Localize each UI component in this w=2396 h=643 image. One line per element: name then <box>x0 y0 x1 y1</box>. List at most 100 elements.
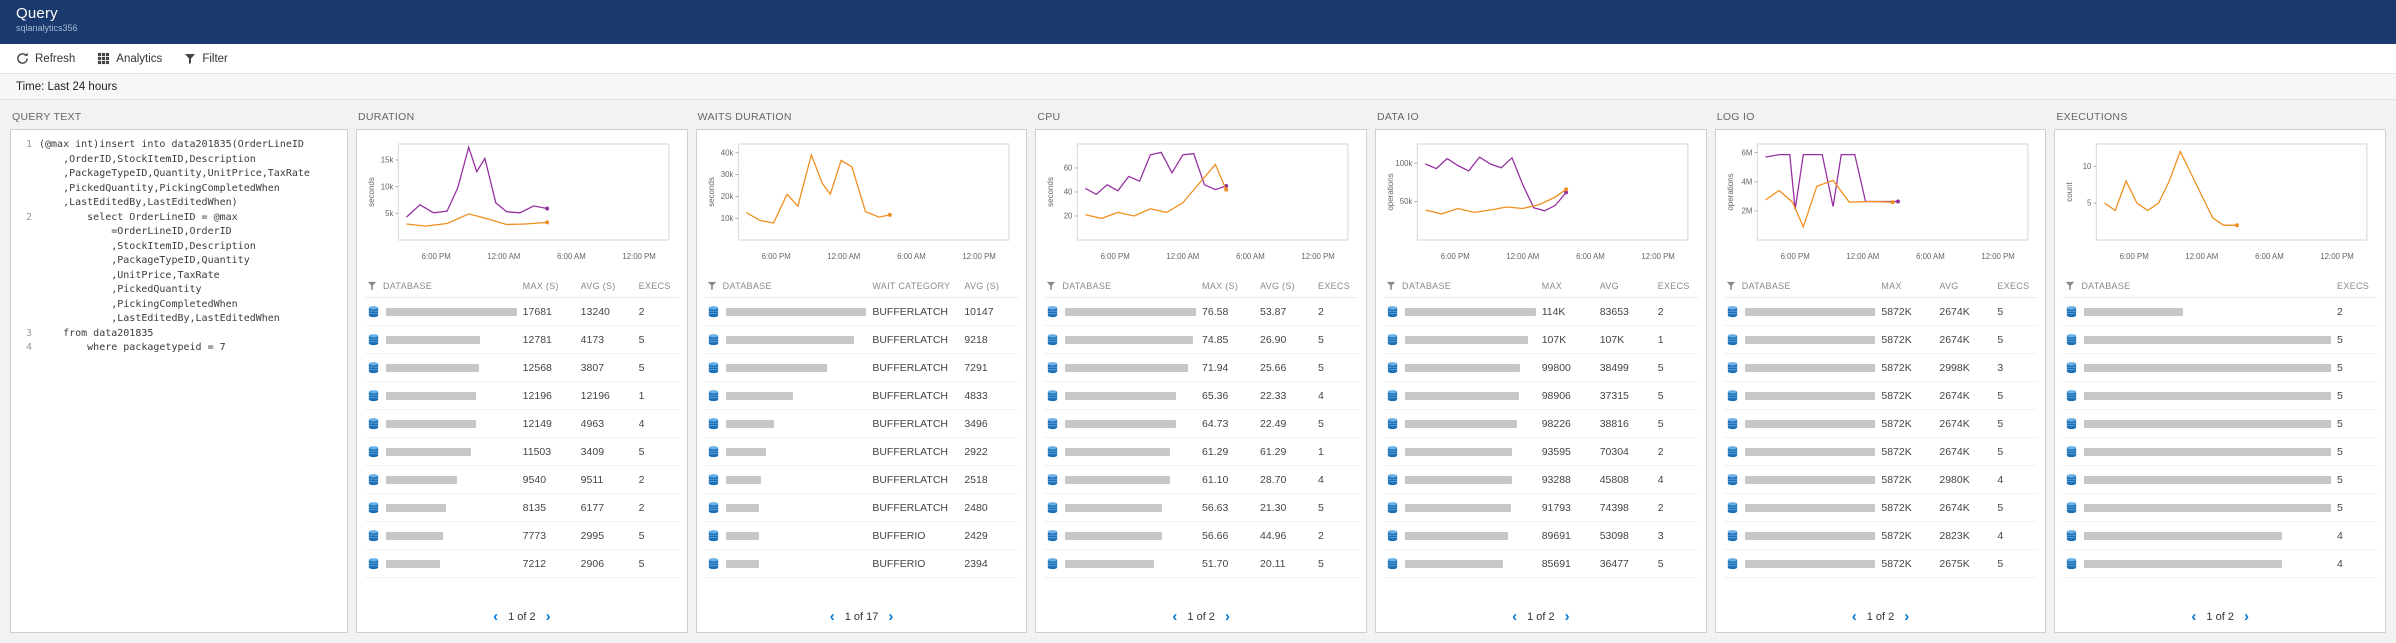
table-row[interactable]: 5 <box>2063 466 2377 494</box>
table-row[interactable]: 93288458084 <box>1384 466 1698 494</box>
table-row[interactable]: 5 <box>2063 410 2377 438</box>
table-row[interactable]: 2 <box>2063 298 2377 326</box>
chevron-left-icon[interactable]: ‹ <box>1172 609 1177 624</box>
bar-track <box>386 336 517 344</box>
chevron-right-icon[interactable]: › <box>2244 609 2249 624</box>
chevron-right-icon[interactable]: › <box>1565 609 1570 624</box>
table-row[interactable]: 76.5853.872 <box>1044 298 1358 326</box>
chevron-left-icon[interactable]: ‹ <box>1852 609 1857 624</box>
table-row[interactable]: 5 <box>2063 354 2377 382</box>
chevron-right-icon[interactable]: › <box>1225 609 1230 624</box>
table-row[interactable]: 5 <box>2063 438 2377 466</box>
value-cell: 4 <box>1318 390 1356 402</box>
table-row[interactable]: 4 <box>2063 550 2377 578</box>
chevron-left-icon[interactable]: ‹ <box>2191 609 2196 624</box>
table-row[interactable]: 17681132402 <box>365 298 679 326</box>
bar-track <box>1405 504 1536 512</box>
table-row[interactable]: 1214949634 <box>365 410 679 438</box>
table-row[interactable]: 813561772 <box>365 494 679 522</box>
table-row[interactable]: 89691530983 <box>1384 522 1698 550</box>
table-row[interactable]: 5872K2980K4 <box>1724 466 2038 494</box>
value-cell: 3807 <box>581 362 633 374</box>
table-row[interactable]: 5872K2674K5 <box>1724 326 2038 354</box>
time-range-bar[interactable]: Time: Last 24 hours <box>0 74 2396 100</box>
table-row[interactable]: 1150334095 <box>365 438 679 466</box>
table-row[interactable]: 107K107K1 <box>1384 326 1698 354</box>
table-row[interactable]: 954095112 <box>365 466 679 494</box>
metric-card: 2M4M6M6:00 PM12:00 AM6:00 AM12:00 PMoper… <box>1715 129 2047 633</box>
table-row[interactable]: BUFFERLATCH9218 <box>705 326 1019 354</box>
table-row[interactable]: 5 <box>2063 494 2377 522</box>
table-row[interactable]: 91793743982 <box>1384 494 1698 522</box>
table-row[interactable]: 99800384995 <box>1384 354 1698 382</box>
refresh-label: Refresh <box>35 53 75 65</box>
table-row[interactable]: 61.2961.291 <box>1044 438 1358 466</box>
analytics-button[interactable]: Analytics <box>97 52 162 65</box>
table-row[interactable]: 85691364775 <box>1384 550 1698 578</box>
table-row[interactable]: 65.3622.334 <box>1044 382 1358 410</box>
table-row[interactable]: BUFFERLATCH2922 <box>705 438 1019 466</box>
table-row[interactable]: 4 <box>2063 522 2377 550</box>
table-row[interactable]: 5 <box>2063 326 2377 354</box>
table-row[interactable]: 5872K2674K5 <box>1724 438 2038 466</box>
chevron-right-icon[interactable]: › <box>546 609 551 624</box>
value-cell: 2518 <box>964 474 1016 486</box>
refresh-button[interactable]: Refresh <box>16 52 75 65</box>
svg-text:seconds: seconds <box>707 177 716 207</box>
table-row[interactable]: 56.6644.962 <box>1044 522 1358 550</box>
table-row[interactable]: 777329955 <box>365 522 679 550</box>
table-row[interactable]: 5872K2674K5 <box>1724 494 2038 522</box>
chevron-right-icon[interactable]: › <box>888 609 893 624</box>
table-row[interactable]: 721229065 <box>365 550 679 578</box>
table-row[interactable]: 114K836532 <box>1384 298 1698 326</box>
database-cell <box>2065 529 2331 542</box>
table-row[interactable]: BUFFERIO2429 <box>705 522 1019 550</box>
table-row[interactable]: BUFFERLATCH7291 <box>705 354 1019 382</box>
table-row[interactable]: 5872K2674K5 <box>1724 410 2038 438</box>
value-bar <box>726 420 774 428</box>
value-bar <box>1065 364 1188 372</box>
table-row[interactable]: 1256838075 <box>365 354 679 382</box>
panel-title: EXECUTIONS <box>2054 106 2386 129</box>
table-row[interactable]: BUFFERLATCH2518 <box>705 466 1019 494</box>
value-bar <box>1405 532 1508 540</box>
value-cell: 83653 <box>1600 306 1652 318</box>
table-row[interactable]: 64.7322.495 <box>1044 410 1358 438</box>
table-row[interactable]: 5 <box>2063 382 2377 410</box>
column-header: EXECS <box>2337 281 2375 291</box>
table-row[interactable]: 5872K2674K5 <box>1724 382 2038 410</box>
chevron-right-icon[interactable]: › <box>1904 609 1909 624</box>
filter-button[interactable]: Filter <box>184 53 228 65</box>
sql-code-viewer[interactable]: 1(@max int)insert into data201835(OrderL… <box>19 136 339 626</box>
chevron-left-icon[interactable]: ‹ <box>493 609 498 624</box>
page-indicator: 1 of 17 <box>845 611 879 623</box>
table-row[interactable]: BUFFERLATCH2480 <box>705 494 1019 522</box>
table-row[interactable]: BUFFERLATCH3496 <box>705 410 1019 438</box>
table-row[interactable]: 1278141735 <box>365 326 679 354</box>
table-row[interactable]: 51.7020.115 <box>1044 550 1358 578</box>
table-row[interactable]: 71.9425.665 <box>1044 354 1358 382</box>
database-icon <box>367 417 380 430</box>
table-row[interactable]: 74.8526.905 <box>1044 326 1358 354</box>
value-bar <box>1405 420 1517 428</box>
table-row[interactable]: BUFFERLATCH4833 <box>705 382 1019 410</box>
chevron-left-icon[interactable]: ‹ <box>1512 609 1517 624</box>
chevron-left-icon[interactable]: ‹ <box>830 609 835 624</box>
table-row[interactable]: BUFFERLATCH10147 <box>705 298 1019 326</box>
table-row[interactable]: 61.1028.704 <box>1044 466 1358 494</box>
table-row[interactable]: 56.6321.305 <box>1044 494 1358 522</box>
panel-cpu: CPU2040606:00 PM12:00 AM6:00 AM12:00 PMs… <box>1035 106 1367 633</box>
table-row[interactable]: 98226388165 <box>1384 410 1698 438</box>
table-row[interactable]: 12196121961 <box>365 382 679 410</box>
table-row[interactable]: 93595703042 <box>1384 438 1698 466</box>
table-row[interactable]: 5872K2675K5 <box>1724 550 2038 578</box>
table-row[interactable]: BUFFERIO2394 <box>705 550 1019 578</box>
table-body: 114K836532107K107K1998003849959890637315… <box>1384 298 1698 578</box>
database-cell <box>1726 305 1876 318</box>
bar-track <box>1065 532 1196 540</box>
table-row[interactable]: 5872K2674K5 <box>1724 298 2038 326</box>
database-cell <box>2065 417 2331 430</box>
table-row[interactable]: 5872K2998K3 <box>1724 354 2038 382</box>
table-row[interactable]: 98906373155 <box>1384 382 1698 410</box>
table-row[interactable]: 5872K2823K4 <box>1724 522 2038 550</box>
